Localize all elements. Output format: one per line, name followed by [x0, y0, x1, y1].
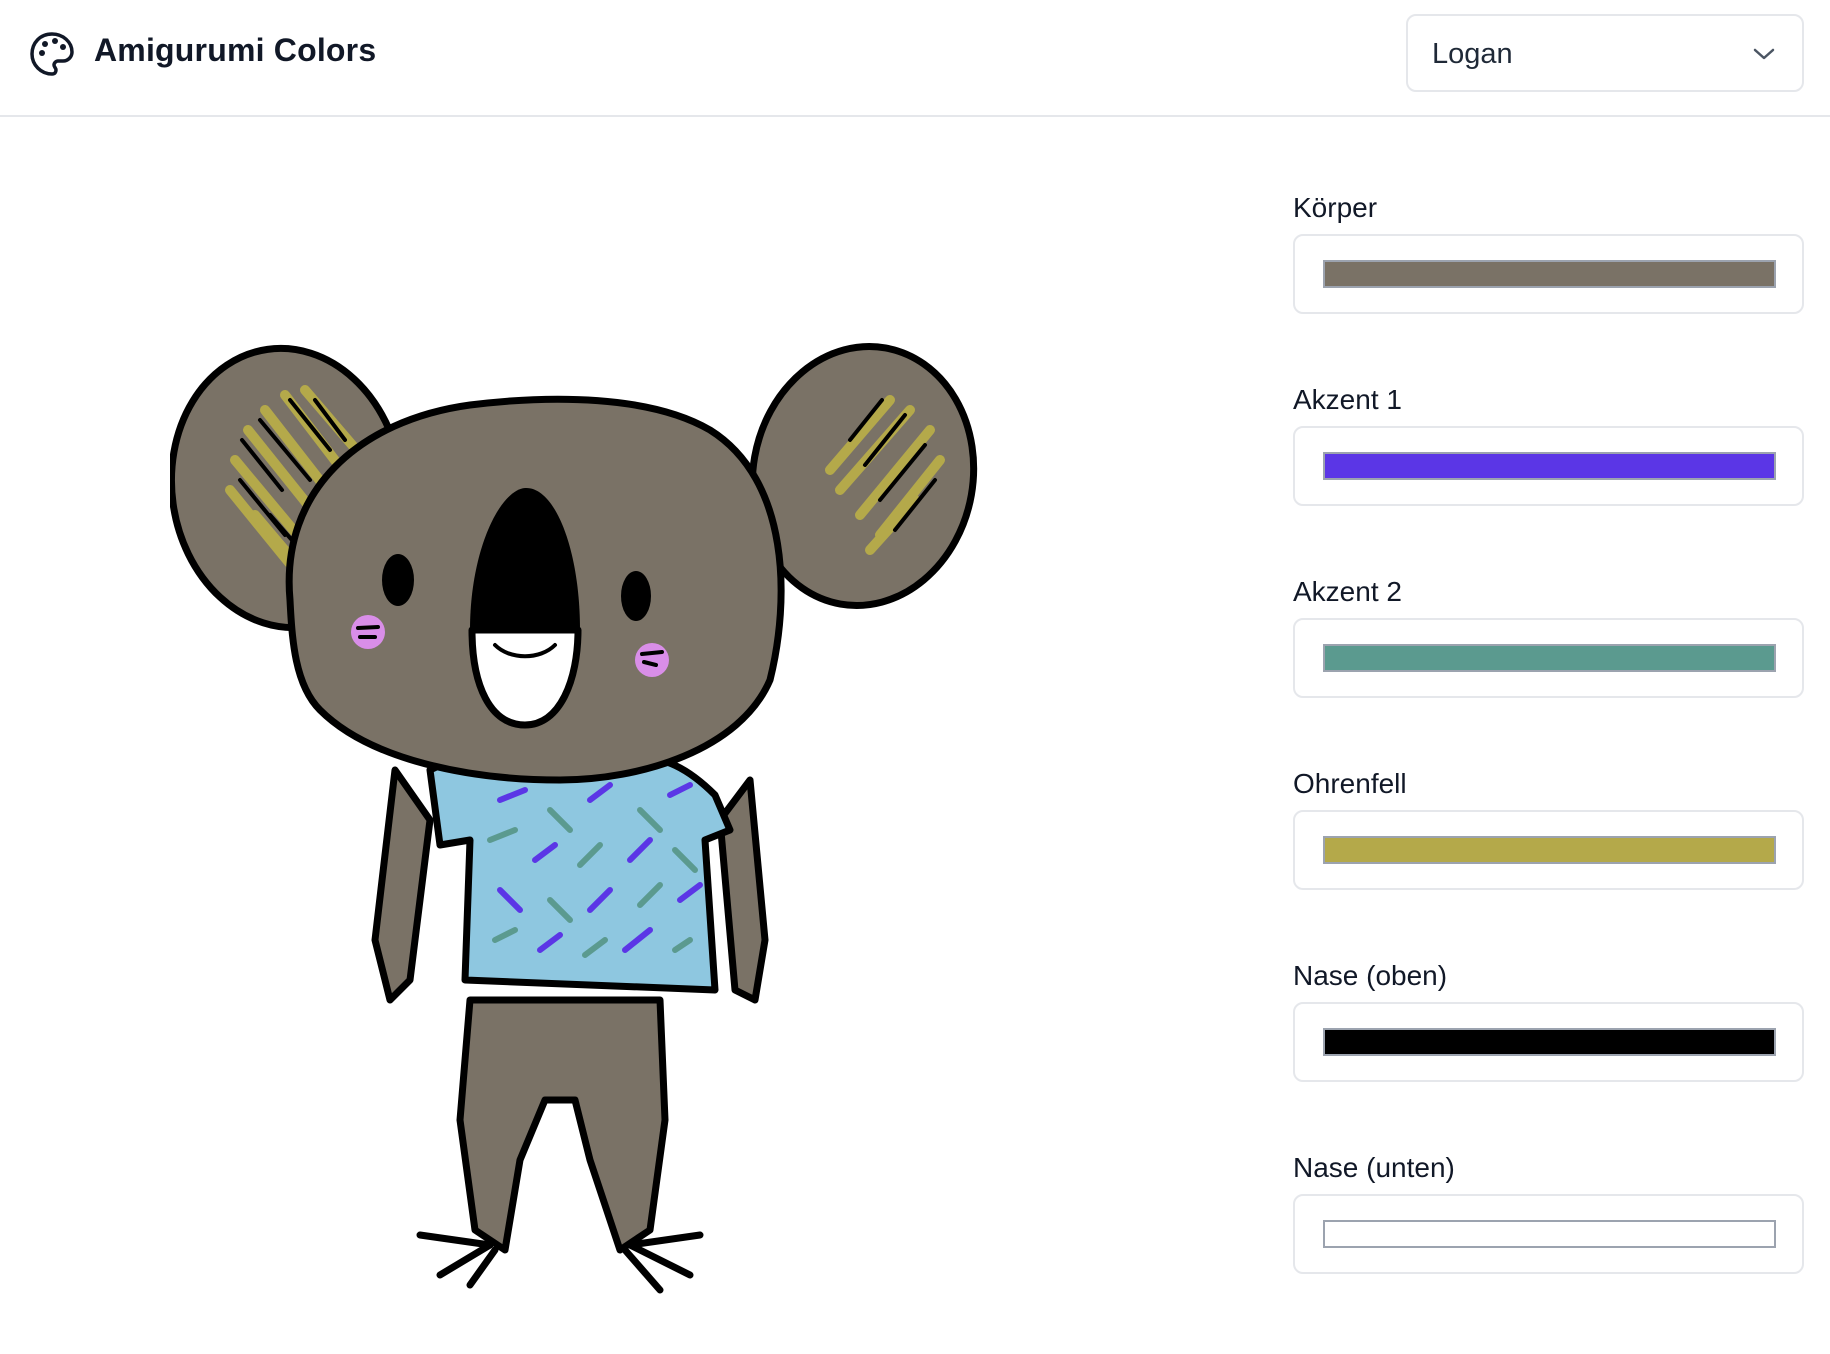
color-picker-ohrenfell[interactable]: [1293, 810, 1804, 890]
color-label: Körper: [1293, 192, 1378, 223]
chevron-down-icon: [1753, 48, 1775, 60]
color-swatch: [1323, 1028, 1776, 1056]
color-swatch: [1323, 452, 1776, 480]
color-picker-koerper[interactable]: [1293, 234, 1804, 314]
color-label: Nase (oben): [1293, 960, 1448, 991]
color-label: Akzent 2: [1293, 576, 1402, 607]
right-arm: [716, 776, 769, 1004]
color-group-ohrenfell: Ohrenfell: [1293, 764, 1804, 956]
left-cheek: [351, 615, 385, 649]
character-select-value: Logan: [1432, 38, 1513, 70]
color-swatch: [1323, 1220, 1776, 1248]
palette-icon: [30, 32, 74, 76]
left-eye: [382, 554, 414, 606]
color-swatch: [1323, 836, 1776, 864]
app-header: Amigurumi Colors Logan: [0, 0, 1830, 117]
right-eye: [621, 571, 651, 621]
feet: [416, 1231, 704, 1294]
color-label: Ohrenfell: [1293, 768, 1407, 799]
color-picker-nase-unten[interactable]: [1293, 1194, 1804, 1274]
koala-illustration: [170, 343, 978, 1294]
legs: [456, 996, 669, 1254]
color-picker-nase-oben[interactable]: [1293, 1002, 1804, 1082]
left-arm: [371, 766, 434, 1004]
color-label: Nase (unten): [1293, 1152, 1455, 1183]
color-panel: Körper Akzent 1 Akzent 2 Ohrenfell Nase …: [1293, 188, 1804, 1340]
right-cheek: [635, 643, 669, 677]
color-picker-akzent-1[interactable]: [1293, 426, 1804, 506]
color-picker-akzent-2[interactable]: [1293, 618, 1804, 698]
color-group-akzent-1: Akzent 1: [1293, 380, 1804, 572]
app-title: Amigurumi Colors: [94, 32, 377, 68]
color-group-akzent-2: Akzent 2: [1293, 572, 1804, 764]
character-select[interactable]: Logan: [1406, 14, 1804, 92]
color-group-nase-oben: Nase (oben): [1293, 956, 1804, 1148]
color-group-koerper: Körper: [1293, 188, 1804, 380]
color-group-nase-unten: Nase (unten): [1293, 1148, 1804, 1340]
color-swatch: [1323, 260, 1776, 288]
color-label: Akzent 1: [1293, 384, 1402, 415]
color-swatch: [1323, 644, 1776, 672]
